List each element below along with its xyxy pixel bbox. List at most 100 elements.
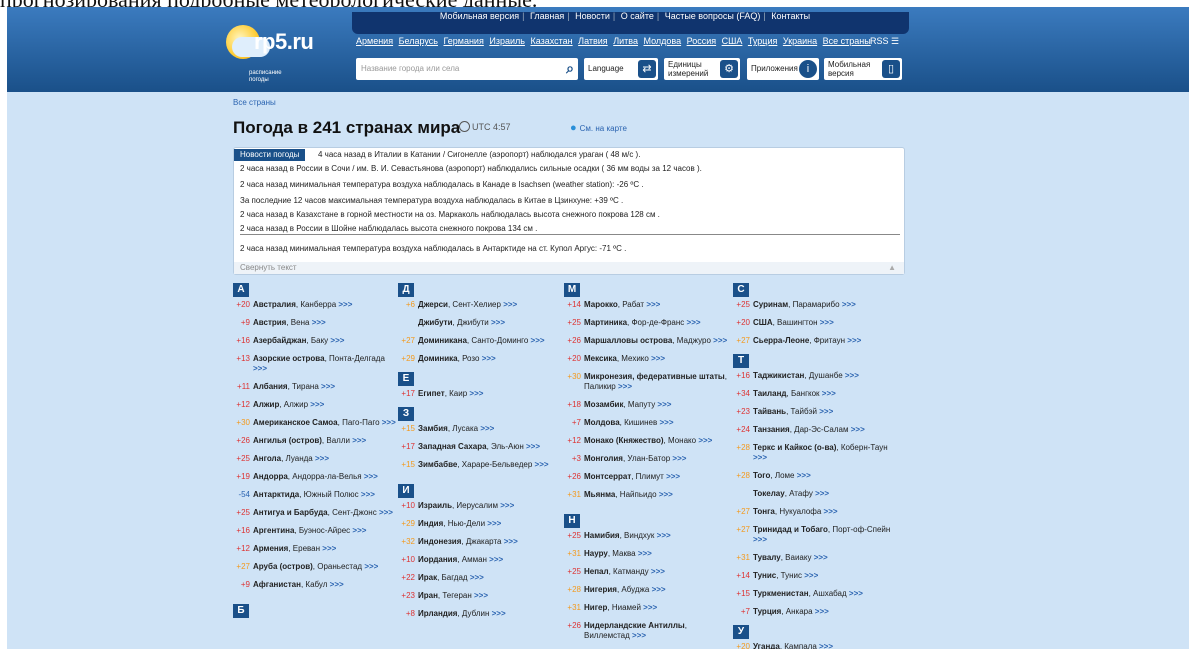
more-link[interactable]: >>> [352, 526, 366, 535]
country-row[interactable]: +26 Маршалловы острова, Маджуро >>> [564, 336, 729, 346]
country-row[interactable]: +9 Афганистан, Кабул >>> [233, 580, 398, 590]
more-link[interactable]: >>> [312, 318, 326, 327]
more-link[interactable]: >>> [842, 300, 856, 309]
country-name[interactable]: Индия [418, 519, 443, 528]
country-name[interactable]: Азербайджан [253, 336, 306, 345]
country-name[interactable]: Молдова [584, 418, 620, 427]
country-row[interactable]: +26 Нидерландские Антиллы, Виллемстад >>> [564, 621, 729, 641]
country-row[interactable]: +20 Мексика, Мехико >>> [564, 354, 729, 364]
country-name[interactable]: Маршалловы острова [584, 336, 672, 345]
country-row[interactable]: +8 Ирландия, Дублин >>> [398, 609, 563, 619]
search-input[interactable]: Название города или села ⌕ [356, 58, 578, 80]
more-link[interactable]: >>> [659, 490, 673, 499]
country-name[interactable]: Таиланд [753, 389, 787, 398]
country-row[interactable]: +19 Андорра, Андорра-ла-Велья >>> [233, 472, 398, 482]
country-name[interactable]: Доминика [418, 354, 458, 363]
more-link[interactable]: >>> [797, 471, 811, 480]
country-row[interactable]: +25 Суринам, Парамарибо >>> [733, 300, 898, 310]
country-row[interactable]: +25 Намибия, Виндхук >>> [564, 531, 729, 541]
country-name[interactable]: Тайвань [753, 407, 786, 416]
more-link[interactable]: >>> [845, 371, 859, 380]
country-link[interactable]: Германия [443, 36, 483, 46]
map-link[interactable]: ● См. на карте [570, 121, 627, 136]
country-name[interactable]: Монголия [584, 454, 623, 463]
country-name[interactable]: Андорра [253, 472, 288, 481]
country-name[interactable]: Зимбабве [418, 460, 457, 469]
country-name[interactable]: Токелау [753, 489, 785, 498]
country-row[interactable]: +12 Монако (Княжество), Монако >>> [564, 436, 729, 446]
country-row[interactable]: +3 Монголия, Улан-Батор >>> [564, 454, 729, 464]
country-row[interactable]: +20 США, Вашингтон >>> [733, 318, 898, 328]
country-name[interactable]: Индонезия [418, 537, 461, 546]
country-name[interactable]: Антарктида [253, 490, 299, 499]
country-name[interactable]: Теркс и Кайкос (о-ва) [753, 443, 836, 452]
country-name[interactable]: Мексика [584, 354, 617, 363]
country-name[interactable]: Аргентина [253, 526, 294, 535]
country-name[interactable]: Мьянма [584, 490, 615, 499]
mobile-version-button[interactable]: Мобильная версия ▯ [824, 58, 902, 80]
country-name[interactable]: Афганистан [253, 580, 301, 589]
country-row[interactable]: +16 Таджикистан, Душанбе >>> [733, 371, 898, 381]
country-row[interactable]: +27 Сьерра-Леоне, Фритаун >>> [733, 336, 898, 346]
country-row[interactable]: +25 Антигуа и Барбуда, Сент-Джонс >>> [233, 508, 398, 518]
more-link[interactable]: >>> [753, 535, 767, 544]
more-link[interactable]: >>> [504, 537, 518, 546]
breadcrumb[interactable]: Все страны [233, 98, 276, 107]
more-link[interactable]: >>> [657, 400, 671, 409]
country-name[interactable]: Нигерия [584, 585, 617, 594]
country-name[interactable]: Австралия [253, 300, 296, 309]
country-row[interactable]: +23 Тайвань, Тайбэй >>> [733, 407, 898, 417]
country-link[interactable]: Литва [613, 36, 638, 46]
country-name[interactable]: Египет [418, 389, 445, 398]
country-name[interactable]: Намибия [584, 531, 620, 540]
more-link[interactable]: >>> [470, 573, 484, 582]
country-name[interactable]: Антигуа и Барбуда [253, 508, 328, 517]
country-name[interactable]: Тувалу [753, 553, 781, 562]
country-name[interactable]: Монтсеррат [584, 472, 631, 481]
more-link[interactable]: >>> [651, 567, 665, 576]
more-link[interactable]: >>> [361, 490, 375, 499]
country-row[interactable]: +7 Молдова, Кишинев >>> [564, 418, 729, 428]
country-link[interactable]: Армения [356, 36, 393, 46]
country-row[interactable]: +9 Австрия, Вена >>> [233, 318, 398, 328]
country-row[interactable]: +12 Алжир, Алжир >>> [233, 400, 398, 410]
country-row[interactable]: +31 Тувалу, Ваиаку >>> [733, 553, 898, 563]
country-name[interactable]: Джерси [418, 300, 448, 309]
more-link[interactable]: >>> [643, 603, 657, 612]
more-link[interactable]: >>> [487, 519, 501, 528]
country-name[interactable]: Доминикана [418, 336, 467, 345]
country-row[interactable]: +27 Тринидад и Тобаго, Порт-оф-Спейн >>> [733, 525, 898, 545]
more-link[interactable]: >>> [364, 472, 378, 481]
country-name[interactable]: Науру [584, 549, 608, 558]
country-name[interactable]: Нидерландские Антиллы [584, 621, 685, 630]
country-link[interactable]: Украина [783, 36, 817, 46]
more-link[interactable]: >>> [491, 318, 505, 327]
more-link[interactable]: >>> [338, 300, 352, 309]
language-button[interactable]: Language ⇄ [584, 58, 658, 80]
country-name[interactable]: Мартиника [584, 318, 627, 327]
country-row[interactable]: +27 Аруба (остров), Ораньестад >>> [233, 562, 398, 572]
menu-contacts[interactable]: Контакты [771, 11, 810, 21]
country-name[interactable]: Азорские острова [253, 354, 325, 363]
country-name[interactable]: Тонга [753, 507, 775, 516]
more-link[interactable]: >>> [847, 336, 861, 345]
more-link[interactable]: >>> [503, 300, 517, 309]
country-row[interactable]: +13 Азорские острова, Понта-Делгада >>> [233, 354, 398, 374]
country-name[interactable]: Американское Самоа [253, 418, 338, 427]
more-link[interactable]: >>> [526, 442, 540, 451]
country-name[interactable]: Тунис [753, 571, 776, 580]
more-link[interactable]: >>> [687, 318, 701, 327]
more-link[interactable]: >>> [824, 507, 838, 516]
country-row[interactable]: +29 Доминика, Розо >>> [398, 354, 563, 364]
country-row[interactable]: +18 Мозамбик, Мапуту >>> [564, 400, 729, 410]
country-row[interactable]: +22 Ирак, Багдад >>> [398, 573, 563, 583]
country-row[interactable]: +28 Теркс и Кайкос (о-ва), Коберн-Таун >>… [733, 443, 898, 463]
more-link[interactable]: >>> [815, 607, 829, 616]
country-name[interactable]: Израиль [418, 501, 452, 510]
more-link[interactable]: >>> [531, 336, 545, 345]
country-row[interactable]: +17 Египет, Каир >>> [398, 389, 563, 399]
more-link[interactable]: >>> [618, 382, 632, 391]
country-name[interactable]: Марокко [584, 300, 618, 309]
country-name[interactable]: Австрия [253, 318, 286, 327]
more-link[interactable]: >>> [474, 591, 488, 600]
